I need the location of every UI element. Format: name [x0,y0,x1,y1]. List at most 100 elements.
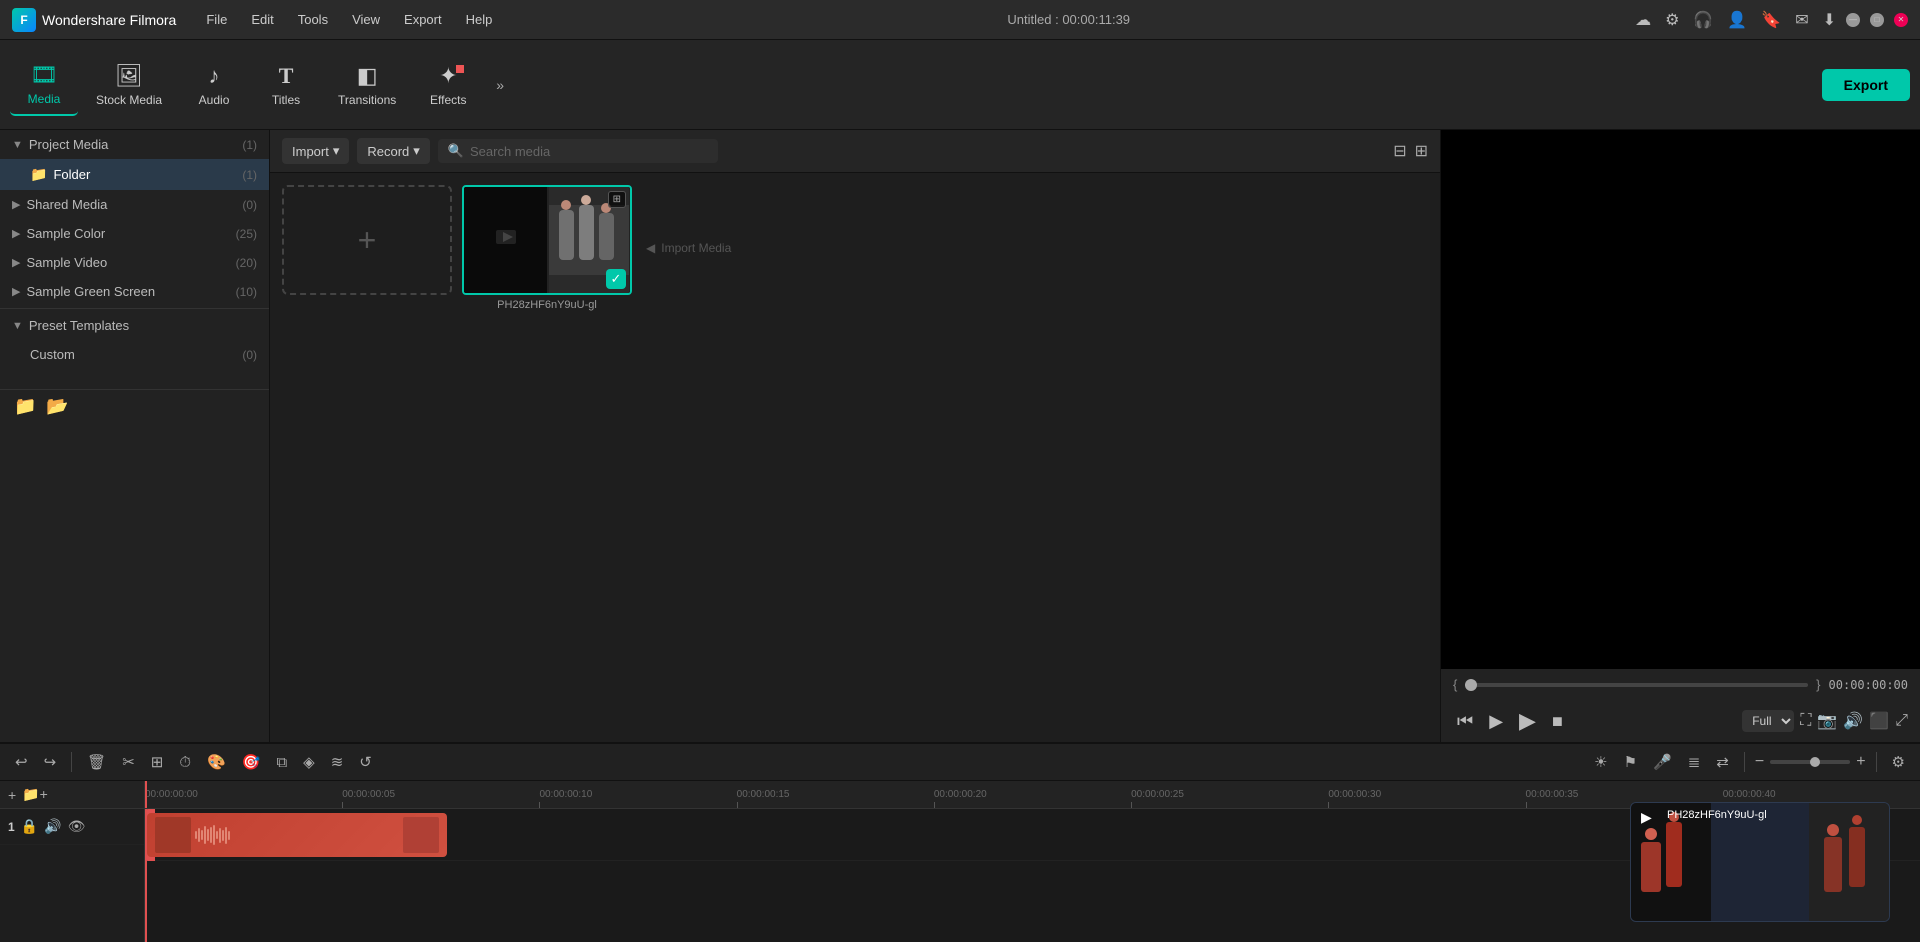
menu-export[interactable]: Export [394,8,452,31]
retimer-button[interactable]: ↺ [354,750,377,774]
tree-custom[interactable]: Custom (0) [0,340,269,369]
timeline-clip[interactable] [147,813,447,857]
play-forward-button[interactable]: ▶ [1515,704,1540,738]
import-button[interactable]: Import ▾ [282,138,349,164]
preview-progress-slider[interactable] [1465,683,1808,687]
audio-button[interactable]: 🔊 [1843,710,1863,732]
menu-file[interactable]: File [196,8,237,31]
minimize-button[interactable]: — [1846,13,1860,27]
transitions-icon: ◧ [357,63,378,89]
mark-in-icon[interactable]: { [1453,677,1457,692]
zoom-out-button[interactable]: − [1755,753,1764,771]
record-button[interactable]: Record ▾ [357,138,429,164]
grid-view-button[interactable]: ⊞ [1415,141,1428,161]
import-hint: ◀ Import Media [642,185,731,311]
zoom-slider[interactable] [1770,760,1850,764]
toolbar-media[interactable]: 🎞 Media [10,54,78,116]
mic-button[interactable]: 🎤 [1648,750,1677,774]
menu-edit[interactable]: Edit [241,8,283,31]
zoom-in-button[interactable]: + [1856,753,1865,771]
wave-bar [219,828,221,843]
clip-thumb-1 [155,817,191,853]
export-button[interactable]: Export [1822,69,1910,101]
step-back-button[interactable]: ⏮ [1453,707,1477,736]
preview-slider-row: { } 00:00:00:00 [1441,669,1920,700]
restore-button[interactable]: □ [1870,13,1884,27]
media-type-badge: ⊞ [608,191,626,208]
split-audio-button[interactable]: ⇄ [1711,750,1734,774]
settings-icon[interactable]: ⚙ [1665,10,1679,30]
render-button[interactable]: ⬛ [1869,710,1889,732]
tree-folder[interactable]: 📁 Folder (1) [0,159,269,190]
quality-select[interactable]: Full 1/2 1/4 [1742,710,1794,732]
bookmark-icon[interactable]: 🔖 [1761,10,1781,30]
menu-tools[interactable]: Tools [288,8,338,31]
fullscreen-button[interactable]: ⛶ [1800,710,1811,732]
toolbar-transitions[interactable]: ◧ Transitions [324,55,410,115]
marker-button[interactable]: ⚑ [1619,750,1642,774]
mask-button[interactable]: ⧉ [271,751,292,774]
add-track-button[interactable]: + [8,787,16,803]
tree-preset-label: Preset Templates [29,318,129,333]
settings-timeline-button[interactable]: ⚙ [1887,750,1910,774]
tree-custom-count: (0) [242,348,257,362]
cut-button[interactable]: ✂ [117,750,140,774]
audio-stretch-button[interactable]: ≋ [326,750,349,774]
app-title: Untitled : 00:00:11:39 [502,12,1635,27]
stabilize-button[interactable]: 🎯 [237,750,266,774]
preview-slider-handle[interactable] [1465,679,1477,691]
menu-help[interactable]: Help [456,8,503,31]
toolbar-stock-media[interactable]: 🖼 Stock Media [82,55,176,115]
import-arrow-icon: ◀ [646,241,655,255]
list-item[interactable]: ⊞ ✓ PH28zHF6nY9uU-gl [462,185,632,311]
import-media-placeholder[interactable]: + [282,185,452,295]
cloud-icon[interactable]: ☁ [1635,10,1651,30]
speed-button[interactable]: ⏱ [174,751,196,774]
play-button[interactable]: ▶ [1485,707,1507,736]
filter-button[interactable]: ⊟ [1393,141,1406,161]
thumb-frame-2 [1809,803,1889,921]
toolbar-effects[interactable]: ✦ Effects [414,55,482,115]
visibility-icon[interactable]: 👁 [68,818,86,835]
toolbar-more-button[interactable]: » [486,69,514,101]
close-button[interactable]: ✕ [1894,13,1908,27]
new-folder-button[interactable]: 📁 [14,396,36,417]
headphone-icon[interactable]: 🎧 [1693,10,1713,30]
toolbar-audio[interactable]: ♪ Audio [180,55,248,115]
screenshot-button[interactable]: 📷 [1817,710,1837,732]
lock-icon[interactable]: 🔒 [21,818,38,835]
tree-sample-video[interactable]: ▶ Sample Video (20) [0,248,269,277]
playhead[interactable] [145,781,147,808]
tree-shared-media[interactable]: ▶ Shared Media (0) [0,190,269,219]
audio-track-button[interactable]: ≣ [1683,750,1706,774]
tree-sample-green[interactable]: ▶ Sample Green Screen (10) [0,277,269,306]
crop-button[interactable]: ⊞ [146,750,169,774]
wave-bar [222,830,224,841]
sun-button[interactable]: ☀ [1589,750,1612,774]
wave-bar [225,827,227,844]
delete-button[interactable]: 🗑 [82,750,111,774]
resize-button[interactable]: ⤢ [1895,710,1908,732]
account-icon[interactable]: 👤 [1727,10,1747,30]
color-button[interactable]: 🎨 [202,750,231,774]
menu-view[interactable]: View [342,8,390,31]
ai-button[interactable]: ◈ [298,750,320,774]
search-input[interactable] [470,144,708,159]
tree-sample-green-label: Sample Green Screen [26,284,155,299]
mute-icon[interactable]: 🔊 [44,818,61,835]
import-chevron-icon: ▾ [333,143,340,159]
download-icon[interactable]: ⬇ [1823,10,1836,30]
open-folder-button[interactable]: 📂 [46,396,68,417]
tree-sample-color[interactable]: ▶ Sample Color (25) [0,219,269,248]
audio-label: Audio [199,93,230,107]
mail-icon[interactable]: ✉ [1795,10,1808,30]
mark-out-icon[interactable]: } [1816,677,1820,692]
toolbar-titles[interactable]: T Titles [252,55,320,115]
redo-button[interactable]: ↪ [39,750,62,774]
undo-button[interactable]: ↩ [10,750,33,774]
expand-arrow-project-media: ▼ [12,139,23,151]
add-folder-track-button[interactable]: 📁+ [22,786,48,803]
stop-button[interactable]: ■ [1548,707,1567,736]
tree-project-media[interactable]: ▼ Project Media (1) [0,130,269,159]
tree-preset-templates[interactable]: ▼ Preset Templates [0,311,269,340]
